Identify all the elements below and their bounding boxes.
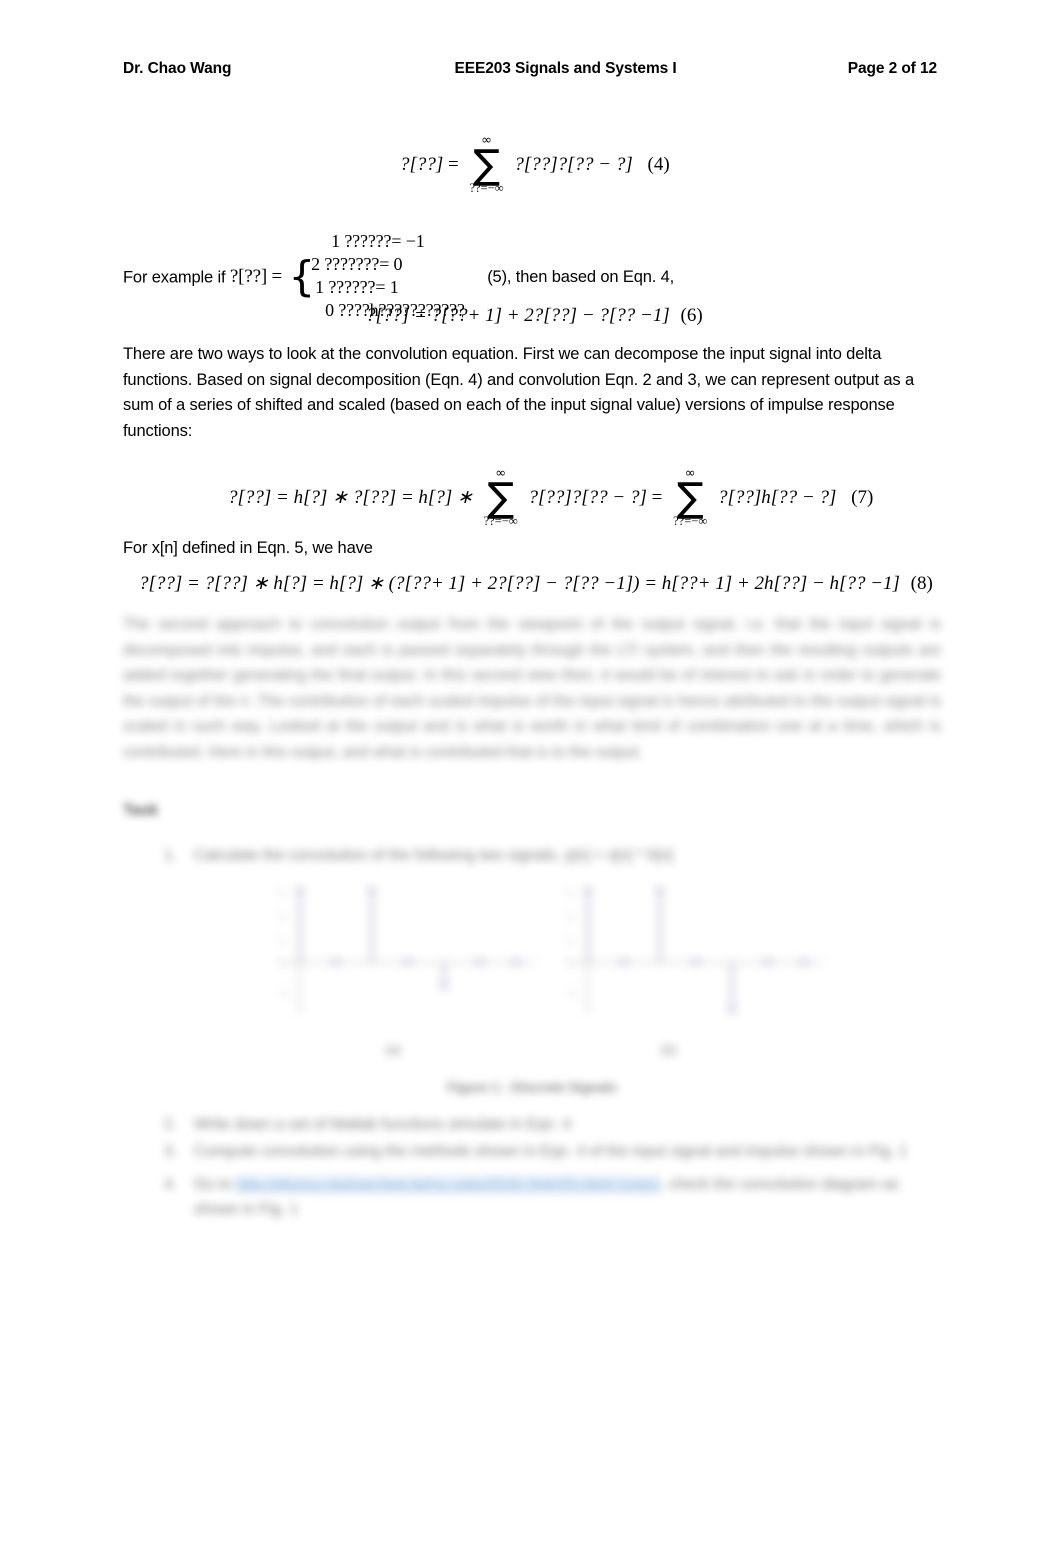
equation-7-number: (7) xyxy=(851,486,874,508)
stem-marker xyxy=(800,959,807,965)
paragraph-convolution-intro: There are two ways to look at the convol… xyxy=(123,345,914,440)
stem-marker xyxy=(764,959,771,965)
list-item-text: Write down a set of Matlab functions sim… xyxy=(194,1116,572,1133)
figure-1: 3 2 1 0 -1 3 2 1 0 -1 (a) (b) Figure 1:… xyxy=(123,884,941,1099)
list-item: 1. Calculate the convolution of the foll… xyxy=(160,843,942,868)
stem-marker xyxy=(512,959,519,965)
stem-line xyxy=(659,890,661,962)
sigma-icon: ∑ xyxy=(676,475,704,521)
equation-8-number: (8) xyxy=(910,573,933,594)
list-item-number: 1. xyxy=(164,847,177,864)
list-item-number: 2. xyxy=(164,1116,177,1133)
list-item-text: Go to http://pfuncu.ntuhxw.hwg.tw/co.vxk… xyxy=(194,1172,942,1222)
y-tick-label: 3 xyxy=(279,888,285,898)
y-tick-label: 2 xyxy=(567,912,573,922)
equation-6-text: ?[??] = ?[??+ 1] + 2?[??] − ?[?? −1] xyxy=(366,305,670,326)
equation-7: ?[??] = h[?] ∗ ?[??] = h[?] ∗ ∞ ∑ ??=−∞ … xyxy=(228,467,874,529)
stem-marker xyxy=(584,887,591,893)
sigma-icon: ∑ xyxy=(487,475,515,521)
left-brace-icon: { xyxy=(288,252,316,301)
equation-7-part1: ?[??] = h[?] ∗ ?[??] = h[?] ∗ xyxy=(228,486,473,508)
list-item-text-prefix: Go to xyxy=(194,1176,232,1193)
y-tick-label: 0 xyxy=(279,958,285,968)
equation-4-number: (4) xyxy=(647,153,670,175)
task-heading: Task xyxy=(123,802,159,819)
summation-lower-limit: ??=−∞ xyxy=(483,514,518,528)
y-tick-label: 0 xyxy=(567,958,573,968)
equation-4-summand: ?[??]?[?? − ?] xyxy=(514,153,633,175)
equation-5-lead-text: For example if xyxy=(123,268,226,287)
list-item-text: Compute convolution using the methods sh… xyxy=(194,1143,908,1160)
stem-marker xyxy=(296,887,303,893)
figure-caption: Figure 1 : Discrete Signals xyxy=(447,1080,617,1095)
equation-4-equals: = xyxy=(448,153,459,175)
equation-5-lhs: ?[??] xyxy=(229,266,268,288)
stem-marker xyxy=(476,959,483,965)
equation-6-number: (6) xyxy=(680,305,703,326)
stem-line xyxy=(371,890,373,962)
stem-marker xyxy=(440,983,447,989)
paragraph-for-xn-defined: For x[n] defined in Eqn. 5, we have xyxy=(123,539,373,557)
y-tick-label: 1 xyxy=(279,936,285,946)
list-item: 4. Go to http://pfuncu.ntuhxw.hwg.tw/co.… xyxy=(160,1172,942,1222)
figure-sublabel-b: (b) xyxy=(661,1042,677,1057)
stem-plot-a: 3 2 1 0 -1 xyxy=(275,887,555,1018)
stem-marker xyxy=(728,1007,735,1013)
stem-plot-b: 3 2 1 0 -1 xyxy=(563,887,843,1018)
task-list-remaining-items: 2. Write down a set of Matlab functions … xyxy=(160,1112,942,1224)
external-resource-link[interactable]: http://pfuncu.ntuhxw.hwg.tw/co.vxkp/2026… xyxy=(236,1176,661,1193)
case-row-2: 2 ?????⁠??= 0 xyxy=(311,254,403,274)
equation-7-middle-equals: = xyxy=(651,486,663,508)
list-item-text: Calculate the convolution of the followi… xyxy=(194,847,673,864)
equation-5-equals: = xyxy=(271,266,283,288)
summation-lower-limit: ??=−∞ xyxy=(469,181,504,195)
summation-lower-limit: ??=−∞ xyxy=(673,514,708,528)
stem-line xyxy=(587,890,589,962)
y-tick-label: 1 xyxy=(567,936,573,946)
y-tick-label: 3 xyxy=(567,888,573,898)
equation-8-text: ?[??] = ?[??] ∗ h[?] = h[?] ∗ (?[??+ 1] … xyxy=(139,573,900,594)
equation-4-lhs: ?[??] xyxy=(400,153,444,175)
equation-7-summand-first: ?[??]?[?? − ?] xyxy=(528,486,647,508)
y-tick-label: -1 xyxy=(279,988,288,998)
stem-marker xyxy=(656,887,663,893)
header-course: EEE203 Signals and Systems I xyxy=(454,60,677,77)
header-page-number: Page 2 of 12 xyxy=(847,60,937,77)
summation-symbol: ∞ ∑ ??=−∞ xyxy=(470,134,504,195)
figure-sublabel-a: (a) xyxy=(385,1042,401,1057)
equation-8: ?[??] = ?[??] ∗ h[?] = h[?] ∗ (?[??+ 1] … xyxy=(139,572,933,595)
equation-4: ?[??] = ∞ ∑ ??=−∞ ?[??]?[?? − ?] (4) xyxy=(400,134,670,196)
summation-symbol-second: ∞ ∑ ??=−∞ xyxy=(673,467,707,528)
case-row-3: 1 ??????= 1 xyxy=(315,277,399,297)
stem-marker xyxy=(368,887,375,893)
list-item: 2. Write down a set of Matlab functions … xyxy=(160,1112,942,1137)
list-item-number: 4. xyxy=(164,1176,177,1193)
stem-marker xyxy=(332,959,339,965)
paragraph-second-approach-blurred: The second approach to convolution outpu… xyxy=(123,616,941,761)
stem-line xyxy=(731,962,733,1010)
stem-marker xyxy=(620,959,627,965)
document-page: Dr. Chao Wang EEE203 Signals and Systems… xyxy=(0,0,1062,1556)
equation-5-tail-text: (5), then based on Eqn. 4, xyxy=(487,268,675,287)
stem-line xyxy=(299,890,301,962)
case-row-1: 1 ??????= −1 xyxy=(331,231,425,251)
stem-marker xyxy=(404,959,411,965)
stem-marker xyxy=(692,959,699,965)
header-author: Dr. Chao Wang xyxy=(123,60,232,77)
equation-7-summand-second: ?[??]h[?? − ?] xyxy=(717,486,837,508)
sigma-icon: ∑ xyxy=(473,142,501,188)
y-tick-label: -1 xyxy=(567,988,576,998)
task-list-first-item: 1. Calculate the convolution of the foll… xyxy=(160,843,942,870)
list-item-number: 3. xyxy=(164,1143,177,1160)
list-item: 3. Compute convolution using the methods… xyxy=(160,1139,942,1164)
page-header: Dr. Chao Wang EEE203 Signals and Systems… xyxy=(123,60,939,78)
y-tick-label: 2 xyxy=(279,912,285,922)
summation-symbol-first: ∞ ∑ ??=−∞ xyxy=(484,467,518,528)
equation-6: ?[??] = ?[??+ 1] + 2?[??] − ?[?? −1] (6) xyxy=(366,305,703,327)
